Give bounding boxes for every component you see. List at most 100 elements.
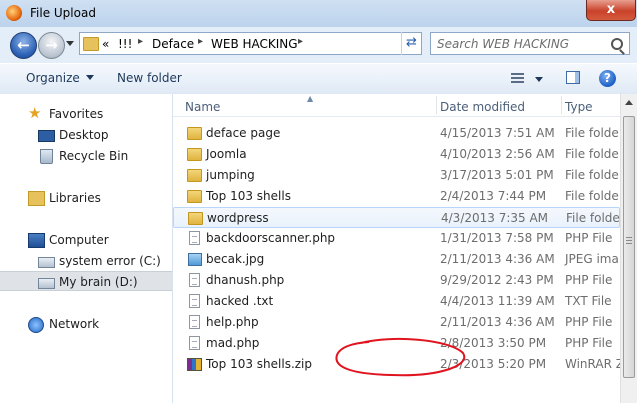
column-date-modified[interactable]: Date modified [440, 100, 525, 114]
close-icon: x [606, 2, 616, 17]
forward-button[interactable]: → [38, 32, 65, 59]
address-bar[interactable]: « !!! ▸ Deface ▸ WEB HACKING ▸ [79, 32, 470, 55]
organize-button[interactable]: Organize [26, 71, 94, 85]
nav-label: Desktop [59, 128, 109, 142]
breadcrumb-overflow[interactable]: « [102, 37, 109, 51]
file-row[interactable]: Top 103 shells 2/4/2013 7:44 PM File folde [173, 186, 620, 207]
file-type: PHP File [565, 315, 613, 329]
file-date-modified: 1/31/2013 7:58 PM [440, 231, 554, 245]
chevron-right-icon[interactable]: ▸ [298, 36, 303, 47]
file-row[interactable]: dhanush.php 9/29/2012 2:43 PM PHP File [173, 270, 620, 291]
nav-label: Recycle Bin [59, 149, 129, 163]
file-row[interactable]: help.php 2/11/2013 4:36 AM PHP File [173, 312, 620, 333]
file-name: jumping [206, 168, 255, 182]
file-row[interactable]: hacked .txt 4/4/2013 11:39 AM TXT File [173, 291, 620, 312]
nav-desktop[interactable]: Desktop [0, 125, 172, 145]
file-name: help.php [206, 315, 259, 329]
change-view-icon[interactable] [511, 73, 524, 84]
file-date-modified: 3/17/2013 5:01 PM [440, 168, 554, 182]
hard-drive-icon [38, 257, 55, 268]
refresh-button[interactable]: ⇄ [401, 32, 421, 55]
breadcrumb-item[interactable]: !!! [118, 37, 132, 51]
file-row[interactable]: backdoorscanner.php 1/31/2013 7:58 PM PHP … [173, 228, 620, 249]
file-type: TXT File [565, 294, 612, 308]
title-bar: File Upload x [0, 0, 637, 27]
file-date-modified: 2/4/2013 7:44 PM [440, 189, 547, 203]
forward-arrow-icon: → [45, 36, 58, 54]
scroll-up-icon[interactable] [625, 100, 633, 105]
recent-pages-dropdown-icon[interactable] [66, 41, 74, 46]
file-name: becak.jpg [206, 252, 265, 266]
text-file-icon [189, 294, 200, 308]
nav-recycle-bin[interactable]: Recycle Bin [0, 146, 172, 166]
search-input[interactable]: Search WEB HACKING [430, 32, 630, 55]
folder-icon [83, 37, 99, 51]
file-type: JPEG ima [565, 252, 619, 266]
hard-drive-icon [38, 278, 55, 289]
back-button[interactable]: ← [10, 32, 37, 59]
file-row[interactable]: Joomla 4/10/2013 2:56 AM File folde [173, 144, 620, 165]
php-file-icon [189, 315, 200, 329]
file-type: File folde [565, 189, 619, 203]
php-file-icon [189, 231, 200, 245]
network-icon [28, 317, 44, 333]
file-row[interactable]: becak.jpg 2/11/2013 4:36 AM JPEG ima [173, 249, 620, 270]
nav-libraries[interactable]: Libraries [0, 188, 172, 208]
column-header: ▲ Name Date modified Type [173, 94, 620, 117]
file-date-modified: 4/15/2013 7:51 AM [440, 126, 555, 140]
preview-pane-icon[interactable] [566, 71, 580, 84]
libraries-icon [28, 191, 45, 206]
file-name: mad.php [206, 336, 260, 350]
nav-label: Network [49, 317, 100, 331]
breadcrumb-item[interactable]: WEB HACKING [211, 37, 298, 51]
file-row[interactable]: deface page 4/15/2013 7:51 AM File folde [173, 123, 620, 144]
file-type: WinRAR Z [565, 357, 624, 371]
file-list: ▲ Name Date modified Type deface page 4/1… [173, 94, 624, 403]
search-icon[interactable] [611, 38, 623, 50]
file-row[interactable]: jumping 3/17/2013 5:01 PM File folde [173, 165, 620, 186]
breadcrumb-item[interactable]: Deface [152, 37, 194, 51]
file-type: PHP File [565, 336, 613, 350]
file-name: backdoorscanner.php [206, 231, 336, 245]
column-divider[interactable] [436, 96, 437, 114]
file-row[interactable]: wordpress 4/3/2013 7:35 AM File folde [173, 207, 620, 228]
chevron-right-icon[interactable]: ▸ [138, 36, 143, 47]
nav-network[interactable]: Network [0, 314, 172, 334]
file-name: wordpress [207, 211, 269, 225]
nav-favorites[interactable]: ★ Favorites [0, 104, 172, 124]
nav-label: My brain (D:) [59, 275, 138, 289]
file-type: PHP File [565, 231, 613, 245]
nav-label: Favorites [49, 107, 104, 121]
column-divider[interactable] [561, 96, 562, 114]
help-icon[interactable]: ? [599, 70, 616, 87]
refresh-icon: ⇄ [406, 35, 417, 50]
file-date-modified: 4/4/2013 11:39 AM [440, 294, 555, 308]
computer-icon [28, 233, 45, 248]
folder-icon [187, 190, 202, 203]
new-folder-button[interactable]: New folder [117, 71, 182, 85]
back-arrow-icon: ← [17, 36, 30, 54]
hand-drawn-circle-annotation [335, 337, 466, 377]
folder-icon [188, 212, 203, 225]
scrollbar-thumb[interactable] [623, 116, 635, 378]
column-type[interactable]: Type [565, 100, 593, 114]
file-name: Top 103 shells.zip [206, 357, 313, 371]
file-name: Joomla [206, 147, 247, 161]
recycle-bin-icon [40, 149, 53, 164]
image-file-icon [188, 253, 202, 266]
chevron-right-icon[interactable]: ▸ [198, 36, 203, 47]
search-placeholder: Search WEB HACKING [437, 37, 570, 51]
nav-drive-d[interactable]: My brain (D:) [0, 271, 172, 291]
view-options-dropdown-icon[interactable] [535, 77, 543, 82]
nav-drive-c[interactable]: system error (C:) [0, 251, 172, 271]
file-name: hacked .txt [206, 294, 274, 308]
firefox-icon [6, 5, 22, 21]
file-upload-dialog: File Upload x ← → « !!! ▸ Deface ▸ WEB H… [0, 0, 637, 403]
file-type: PHP File [565, 273, 613, 287]
file-type: File folde [566, 211, 620, 225]
close-button[interactable]: x [586, 0, 636, 21]
column-name[interactable]: Name [185, 100, 220, 114]
zip-archive-icon [187, 358, 202, 371]
vertical-scrollbar[interactable] [620, 94, 637, 403]
nav-computer[interactable]: Computer [0, 230, 172, 250]
